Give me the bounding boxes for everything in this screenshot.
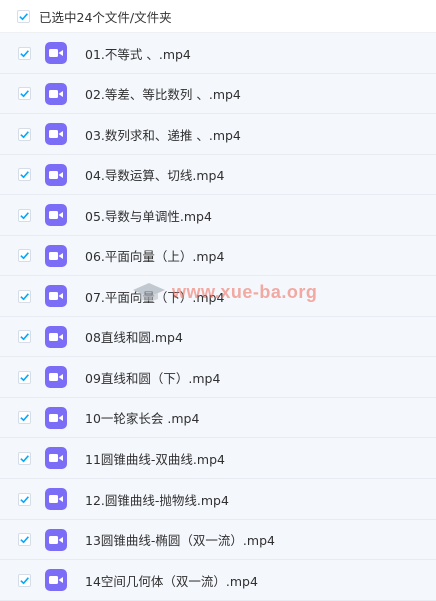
video-file-icon (45, 163, 67, 186)
video-file-icon (45, 285, 67, 308)
video-file-icon (45, 488, 67, 511)
file-row[interactable]: 04.导数运算、切线.mp4 (0, 154, 436, 196)
file-row[interactable]: 01.不等式 、.mp4 (0, 33, 436, 74)
file-row[interactable]: 03.数列求和、递推 、.mp4 (0, 114, 436, 155)
file-name[interactable]: 05.导数与单调性.mp4 (85, 206, 212, 225)
file-name[interactable]: 06.平面向量（上）.mp4 (85, 246, 224, 265)
file-checkbox[interactable] (18, 249, 31, 263)
select-all-checkbox[interactable] (17, 9, 30, 23)
checkmark-icon (20, 171, 29, 179)
video-file-icon (45, 366, 67, 389)
file-name[interactable]: 04.导数运算、切线.mp4 (85, 165, 224, 184)
video-file-icon (45, 406, 67, 429)
file-list: 01.不等式 、.mp4 02.等差、等比数列 、.mp4 03.数列求和、递推 、… (0, 33, 436, 601)
checkmark-icon (20, 130, 29, 139)
file-name[interactable]: 11圆锥曲线-双曲线.mp4 (85, 449, 225, 468)
checkmark-icon (20, 536, 29, 544)
file-checkbox[interactable] (18, 289, 31, 303)
file-name[interactable]: 09直线和圆（下）.mp4 (85, 368, 220, 387)
file-checkbox[interactable] (18, 451, 31, 465)
video-camera-icon (49, 576, 63, 585)
file-name[interactable]: 12.圆锥曲线-抛物线.mp4 (85, 490, 229, 509)
checkmark-icon (19, 12, 28, 20)
file-row[interactable]: 12.圆锥曲线-抛物线.mp4 (0, 479, 436, 520)
video-file-icon (45, 82, 67, 105)
file-row[interactable]: 05.导数与单调性.mp4 (0, 195, 436, 236)
file-row[interactable]: 14空间几何体（双一流）.mp4 (0, 560, 436, 601)
video-camera-icon (49, 495, 63, 504)
file-name[interactable]: 08直线和圆.mp4 (85, 327, 183, 346)
file-row[interactable]: 11圆锥曲线-双曲线.mp4 (0, 438, 436, 480)
video-camera-icon (49, 373, 63, 382)
video-file-icon (45, 204, 67, 227)
file-checkbox[interactable] (18, 46, 31, 60)
checkmark-icon (20, 333, 29, 341)
video-camera-icon (49, 130, 63, 139)
video-file-icon (45, 569, 67, 592)
file-checkbox[interactable] (18, 330, 31, 344)
selection-count-label: 已选中24个文件/文件夹 (39, 9, 172, 25)
video-file-icon (45, 325, 67, 348)
video-camera-icon (49, 49, 63, 57)
checkmark-icon (20, 90, 29, 98)
video-file-icon (45, 123, 67, 146)
checkmark-icon (20, 374, 29, 382)
checkmark-icon (20, 211, 29, 220)
video-file-icon (45, 447, 67, 470)
file-row[interactable]: 07.平面向量（下）.mp4 (0, 276, 436, 317)
file-checkbox[interactable] (18, 127, 31, 141)
file-name[interactable]: 13圆锥曲线-椭圆（双一流）.mp4 (85, 530, 275, 549)
checkmark-icon (20, 49, 29, 57)
file-checkbox[interactable] (18, 411, 31, 425)
checkmark-icon (20, 252, 29, 260)
file-checkbox[interactable] (18, 168, 31, 182)
video-file-icon (45, 42, 67, 64)
file-checkbox[interactable] (18, 370, 31, 384)
file-name[interactable]: 01.不等式 、.mp4 (85, 44, 191, 63)
file-row[interactable]: 09直线和圆（下）.mp4 (0, 357, 436, 398)
file-checkbox[interactable] (18, 87, 31, 101)
file-row[interactable]: 10一轮家长会 .mp4 (0, 397, 436, 439)
video-camera-icon (49, 332, 63, 341)
video-camera-icon (49, 170, 63, 179)
video-file-icon (45, 244, 67, 267)
checkmark-icon (20, 292, 29, 301)
file-row[interactable]: 02.等差、等比数列 、.mp4 (0, 73, 436, 115)
checkmark-icon (20, 495, 29, 503)
file-checkbox[interactable] (18, 492, 31, 506)
checkmark-icon (20, 414, 29, 422)
file-name[interactable]: 03.数列求和、递推 、.mp4 (85, 125, 241, 144)
file-row[interactable]: 06.平面向量（上）.mp4 (0, 235, 436, 277)
video-camera-icon (49, 89, 63, 98)
file-checkbox[interactable] (18, 573, 31, 587)
checkmark-icon (20, 576, 29, 585)
file-row[interactable]: 13圆锥曲线-椭圆（双一流）.mp4 (0, 519, 436, 561)
video-file-icon (45, 528, 67, 551)
file-name[interactable]: 10一轮家长会 .mp4 (85, 408, 199, 427)
file-row[interactable]: 08直线和圆.mp4 (0, 316, 436, 358)
video-camera-icon (49, 535, 63, 544)
video-camera-icon (49, 454, 63, 463)
video-camera-icon (49, 211, 63, 220)
file-checkbox[interactable] (18, 208, 31, 222)
selection-header: 已选中24个文件/文件夹 (0, 0, 436, 33)
video-camera-icon (49, 251, 63, 260)
file-checkbox[interactable] (18, 533, 31, 547)
video-camera-icon (49, 413, 63, 422)
checkmark-icon (20, 455, 29, 463)
video-camera-icon (49, 292, 63, 301)
file-name[interactable]: 07.平面向量（下）.mp4 (85, 287, 224, 306)
file-name[interactable]: 14空间几何体（双一流）.mp4 (85, 571, 258, 590)
file-name[interactable]: 02.等差、等比数列 、.mp4 (85, 84, 241, 103)
